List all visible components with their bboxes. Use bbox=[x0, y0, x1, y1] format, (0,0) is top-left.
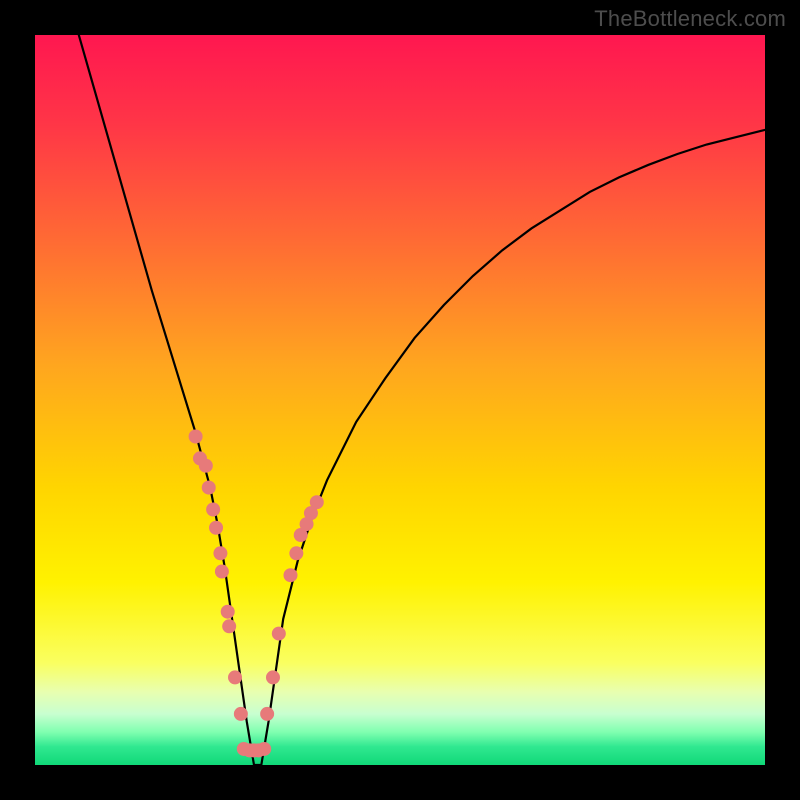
data-point bbox=[213, 546, 227, 560]
data-point bbox=[310, 495, 324, 509]
data-point bbox=[289, 546, 303, 560]
plot-area bbox=[35, 35, 765, 765]
data-point bbox=[189, 430, 203, 444]
data-point bbox=[202, 481, 216, 495]
data-point bbox=[206, 503, 220, 517]
data-point bbox=[222, 619, 236, 633]
watermark-text: TheBottleneck.com bbox=[594, 6, 786, 32]
data-point bbox=[234, 707, 248, 721]
chart-frame: TheBottleneck.com bbox=[0, 0, 800, 800]
data-point bbox=[221, 605, 235, 619]
data-point bbox=[260, 707, 274, 721]
data-point bbox=[215, 565, 229, 579]
data-point bbox=[209, 521, 223, 535]
data-point bbox=[266, 670, 280, 684]
data-point bbox=[228, 670, 242, 684]
data-point bbox=[272, 627, 286, 641]
data-point bbox=[284, 568, 298, 582]
bottleneck-curve bbox=[79, 35, 765, 765]
data-point bbox=[257, 742, 271, 756]
data-point bbox=[199, 459, 213, 473]
chart-svg bbox=[35, 35, 765, 765]
